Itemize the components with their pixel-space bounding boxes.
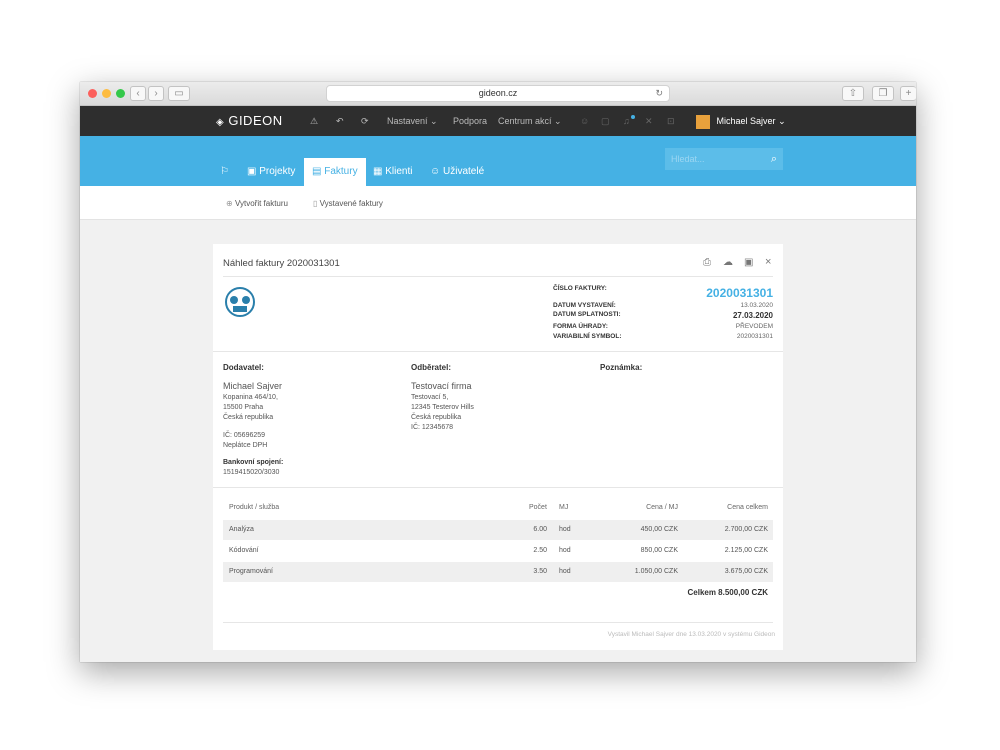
- bank-heading: Bankovní spojení:: [223, 459, 284, 466]
- settings-menu[interactable]: Nastavení ⌄: [387, 106, 438, 136]
- sidebar-toggle-icon[interactable]: ▭: [168, 86, 190, 101]
- sync-icon[interactable]: ⟳: [361, 106, 369, 136]
- sub-nav: ⊕ Vytvořit fakturu ▯ Vystavené faktury: [80, 186, 916, 220]
- chevron-down-icon: ⌄: [554, 116, 562, 126]
- divider: [223, 622, 773, 623]
- reload-icon[interactable]: ↻: [655, 86, 663, 101]
- notification-dot: [631, 115, 635, 119]
- tab-projects[interactable]: ▣ Projekty: [247, 158, 295, 186]
- customer-heading: Odběratel:: [411, 363, 452, 372]
- box-icon: ▣: [247, 166, 257, 177]
- app-header: ◈ GIDEON ⚠ ↶ ⟳ Nastavení ⌄ Podpora Centr…: [80, 106, 916, 136]
- payment-method: PŘEVODEM: [735, 323, 773, 330]
- browser-titlebar: ‹ › ▭ gideon.cz ↻ ⇧ ❐ +: [80, 82, 916, 106]
- search-input[interactable]: Hledat... ⌕: [665, 148, 783, 170]
- tab-dashboard[interactable]: ⚐: [220, 158, 229, 186]
- customer-street: Testovací 5,: [411, 394, 449, 401]
- close-icon[interactable]: ×: [765, 256, 771, 268]
- url-text: gideon.cz: [478, 88, 518, 98]
- warning-icon[interactable]: ⚠: [310, 106, 318, 136]
- document-icon: ▯: [313, 199, 318, 208]
- issue-date-label: DATUM VYSTAVENÍ:: [553, 302, 616, 309]
- team-icon[interactable]: ☺: [580, 106, 589, 136]
- customer-name: Testovací firma: [411, 381, 472, 391]
- invoice-preview-card: Náhled faktury 2020031301 ⎙ ☁ ▣ × ČÍSLO …: [213, 244, 783, 650]
- supplier-name: Michael Sajver: [223, 381, 283, 391]
- briefcase-icon: ▦: [373, 166, 383, 177]
- supplier-street: Kopanina 464/10,: [223, 394, 278, 401]
- vs-label: VARIABILNÍ SYMBOL:: [553, 333, 622, 340]
- forward-icon[interactable]: ›: [148, 86, 164, 101]
- chevron-down-icon: ⌄: [430, 116, 438, 126]
- customer-city: 12345 Testerov Hills: [411, 404, 474, 411]
- page-title: Náhled faktury 2020031301: [223, 258, 340, 269]
- undo-icon[interactable]: ↶: [336, 106, 344, 136]
- due-date: 27.03.2020: [732, 311, 773, 320]
- table-row: Programování 3.50 hod 1.050,00 CZK 3.675…: [223, 562, 773, 582]
- supplier-ic: IČ: 05696259: [223, 432, 266, 439]
- tab-users[interactable]: ☺ Uživatelé: [430, 158, 484, 186]
- avatar: [696, 114, 710, 129]
- due-date-label: DATUM SPLATNOSTI:: [553, 311, 621, 318]
- divider: [213, 351, 783, 352]
- lock-icon[interactable]: ⊡: [667, 106, 675, 136]
- tab-invoices[interactable]: ▤ Faktury: [304, 158, 366, 186]
- support-link[interactable]: Podpora: [453, 106, 487, 136]
- payment-label: FORMA ÚHRADY:: [553, 323, 608, 330]
- users-icon: ☺: [430, 166, 441, 177]
- tab-clients[interactable]: ▦ Klienti: [373, 158, 412, 186]
- create-invoice-link[interactable]: ⊕ Vytvořit fakturu: [226, 199, 288, 208]
- supplier-heading: Dodavatel:: [223, 363, 264, 372]
- back-icon[interactable]: ‹: [130, 86, 146, 101]
- supplier-vat: Neplátce DPH: [223, 442, 268, 449]
- user-menu[interactable]: Michael Sajver ⌄: [696, 106, 786, 136]
- address-bar[interactable]: gideon.cz ↻: [326, 85, 670, 102]
- variable-symbol: 2020031301: [736, 333, 773, 340]
- new-tab-icon[interactable]: +: [900, 86, 916, 101]
- invoice-number: 2020031301: [706, 286, 773, 300]
- bank-account: 1519415020/3030: [223, 469, 280, 476]
- chat-icon[interactable]: ▢: [601, 106, 610, 136]
- chevron-down-icon: ⌄: [778, 116, 786, 126]
- print-icon[interactable]: ⎙: [703, 257, 711, 268]
- signpost-icon: ⚐: [220, 166, 229, 177]
- pdf-icon[interactable]: ▣: [744, 257, 753, 268]
- issued-invoices-link[interactable]: ▯ Vystavené faktury: [313, 199, 383, 208]
- table-row: Analýza 6.00 hod 450,00 CZK 2.700,00 CZK: [223, 520, 773, 540]
- maximize-window-button[interactable]: [116, 89, 125, 98]
- customer-country: Česká republika: [411, 414, 462, 421]
- close-window-button[interactable]: [88, 89, 97, 98]
- supplier-city: 15500 Praha: [223, 404, 264, 411]
- invoice-icon: ▤: [312, 166, 322, 177]
- main-nav: ⚐ ▣ Projekty ▤ Faktury ▦ Klienti ☺ Uživa…: [80, 136, 916, 186]
- table-row: Kódování 2.50 hod 850,00 CZK 2.125,00 CZ…: [229, 547, 768, 554]
- divider: [223, 276, 773, 277]
- tools-icon[interactable]: ✕: [645, 106, 653, 136]
- download-icon[interactable]: ☁: [723, 257, 733, 268]
- tabs-icon[interactable]: ❐: [872, 86, 894, 101]
- invoice-total: Celkem 8.500,00 CZK: [687, 588, 769, 597]
- plus-circle-icon: ⊕: [226, 199, 233, 208]
- note-heading: Poznámka:: [600, 363, 643, 372]
- search-icon[interactable]: ⌕: [771, 148, 777, 170]
- footer-text: Vystavil Michael Sajver dne 13.03.2020 v…: [607, 631, 775, 638]
- share-icon[interactable]: ⇧: [842, 86, 864, 101]
- shield-icon: ◈: [216, 117, 225, 128]
- bell-icon[interactable]: ♫: [623, 106, 635, 136]
- customer-ic: IČ: 12345678: [411, 424, 454, 431]
- issue-date: 13.03.2020: [740, 302, 773, 309]
- divider: [213, 487, 783, 488]
- supplier-country: Česká republika: [223, 414, 274, 421]
- browser-window: ‹ › ▭ gideon.cz ↻ ⇧ ❐ + ◈ GIDEON ⚠ ↶ ⟳ N…: [80, 82, 916, 662]
- brand-logo[interactable]: ◈ GIDEON: [216, 106, 283, 138]
- invoice-number-label: ČÍSLO FAKTURY:: [553, 285, 607, 292]
- table-header: Produkt / služba Počet MJ Cena / MJ Cena…: [229, 504, 768, 511]
- minimize-window-button[interactable]: [102, 89, 111, 98]
- company-logo: [225, 287, 255, 317]
- actions-menu[interactable]: Centrum akcí ⌄: [498, 106, 562, 136]
